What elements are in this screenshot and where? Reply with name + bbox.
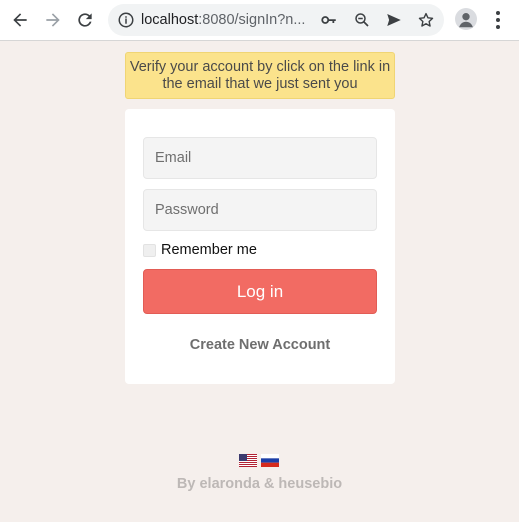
remember-me[interactable]: Remember me [143, 242, 257, 258]
forward-button[interactable] [39, 6, 67, 34]
url-host: localhost [141, 12, 199, 28]
password-input[interactable] [143, 189, 377, 231]
remember-me-label[interactable]: Remember me [161, 242, 257, 258]
address-bar[interactable]: localhost:8080/signIn?n... [108, 4, 444, 36]
url-path: :8080/signIn?n... [198, 12, 306, 28]
create-account-link[interactable]: Create New Account [125, 337, 395, 353]
us-flag-icon[interactable] [239, 454, 257, 467]
login-card: Remember me Log in Create New Account [125, 109, 395, 384]
star-icon[interactable] [417, 11, 435, 29]
back-button[interactable] [6, 6, 34, 34]
verify-account-alert: Verify your account by click on the link… [125, 52, 395, 99]
url-text[interactable]: localhost:8080/signIn?n... [141, 12, 309, 28]
arrow-left-icon [13, 13, 27, 27]
footer-credits: By elaronda & heusebio [176, 476, 343, 492]
email-input[interactable] [143, 137, 377, 179]
send-icon[interactable] [385, 11, 403, 29]
reload-icon [78, 13, 92, 27]
login-button[interactable]: Log in [143, 269, 377, 314]
avatar-icon [459, 13, 473, 28]
language-switcher [239, 454, 279, 467]
kebab-menu-icon[interactable] [490, 10, 506, 30]
reload-button[interactable] [71, 6, 99, 34]
zoom-out-icon[interactable] [353, 11, 371, 29]
profile-button[interactable] [455, 8, 477, 30]
russia-flag-icon[interactable] [261, 454, 279, 467]
arrow-right-icon [46, 13, 60, 27]
key-icon[interactable] [320, 11, 338, 29]
browser-toolbar: localhost:8080/signIn?n... [0, 0, 519, 41]
info-icon[interactable] [117, 11, 135, 29]
remember-me-checkbox[interactable] [143, 243, 156, 257]
